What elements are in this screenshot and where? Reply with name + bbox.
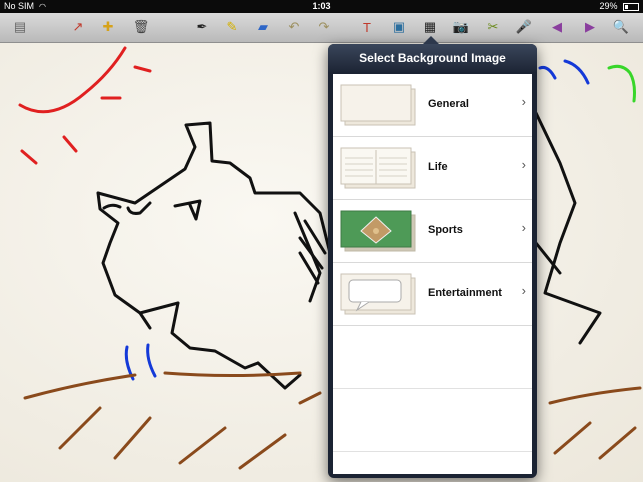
general-thumbnail: [339, 83, 419, 129]
page-icon[interactable]: ▤: [10, 17, 30, 37]
scissors-icon[interactable]: ✂: [483, 17, 503, 37]
entertainment-thumbnail: [339, 272, 419, 318]
text-icon[interactable]: T: [357, 17, 377, 37]
status-bar: No SIM ◠ 1:03 29%: [0, 0, 643, 13]
background-category-list: General › Life › Sports › Entertainment …: [333, 74, 532, 474]
popover-title: Select Background Image: [328, 44, 537, 72]
redo-icon[interactable]: ↷: [314, 17, 334, 37]
battery-percent: 29%: [599, 1, 618, 11]
chevron-right-icon: ›: [521, 94, 526, 109]
list-item-label: Life: [428, 161, 448, 173]
back-icon[interactable]: ◀: [547, 17, 567, 37]
chevron-right-icon: ›: [521, 157, 526, 172]
clock: 1:03: [312, 1, 331, 11]
toolbar: ▤ ↗ ✚ 🗑 ✒ ✎ ▰ ↶ ↷ T ▣ ▦ 📷 ✂ 🎤 ◀ ▶ 🔍: [0, 13, 643, 43]
undo-icon[interactable]: ↶: [284, 17, 304, 37]
sun-sketch: [18, 46, 152, 165]
pen-icon[interactable]: ✒: [192, 17, 212, 37]
battery-status: 29%: [599, 0, 639, 13]
forward-icon[interactable]: ▶: [580, 17, 600, 37]
eraser-icon[interactable]: ▰: [253, 17, 273, 37]
life-thumbnail: [339, 146, 419, 192]
share-icon[interactable]: ↗: [68, 17, 88, 37]
add-icon[interactable]: ✚: [98, 17, 118, 37]
list-item-general[interactable]: General ›: [333, 74, 532, 137]
green-mark-sketch: [607, 64, 636, 103]
camera-icon[interactable]: 📷: [451, 17, 471, 37]
list-item-label: Entertainment: [428, 287, 502, 299]
list-item-entertainment[interactable]: Entertainment ›: [333, 263, 532, 326]
list-item-life[interactable]: Life ›: [333, 137, 532, 200]
chevron-right-icon: ›: [521, 283, 526, 298]
zoom-icon[interactable]: 🔍: [611, 17, 631, 37]
image-icon[interactable]: ▣: [389, 17, 409, 37]
background-icon[interactable]: ▦: [420, 17, 440, 37]
battery-icon: [623, 2, 639, 11]
pencil-icon[interactable]: ✎: [222, 17, 242, 37]
drawing-canvas[interactable]: [0, 43, 643, 482]
list-item-label: Sports: [428, 224, 463, 236]
sports-thumbnail: [339, 209, 419, 255]
empty-row: [333, 326, 532, 389]
chevron-right-icon: ›: [521, 220, 526, 235]
empty-row: [333, 389, 532, 452]
trash-icon[interactable]: 🗑: [131, 17, 151, 37]
microphone-icon[interactable]: 🎤: [514, 17, 534, 37]
background-picker-popover: Select Background Image General › Life ›…: [328, 36, 537, 478]
list-item-label: General: [428, 98, 469, 110]
list-item-sports[interactable]: Sports ›: [333, 200, 532, 263]
